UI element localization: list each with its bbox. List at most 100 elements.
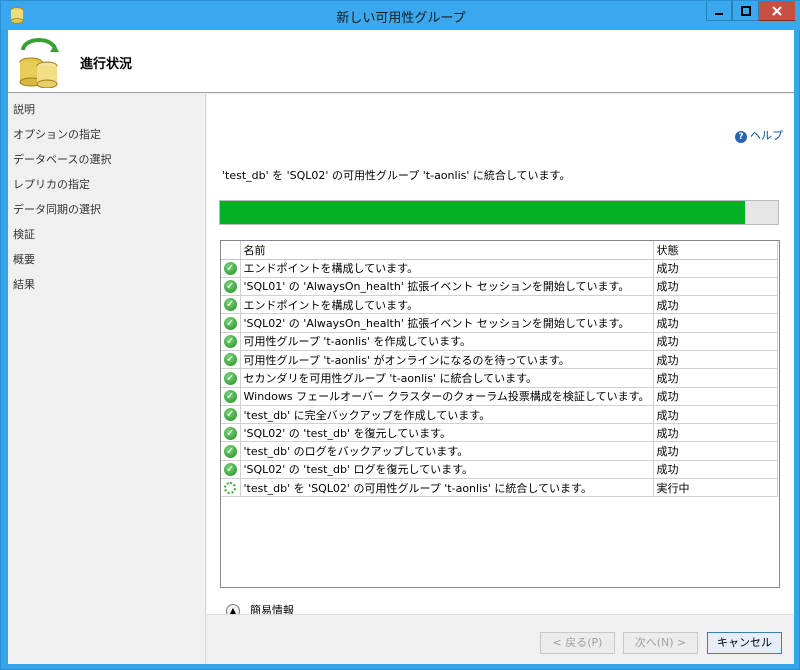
table-row[interactable]: ✓'test_db' のログをバックアップしています。 成功 [221, 441, 778, 461]
row-name: 'test_db' のログをバックアップしています。 [240, 441, 654, 461]
row-name: 可用性グループ 't-aonlis' を作成しています。 [240, 332, 654, 351]
row-name: セカンダリを可用性グループ 't-aonlis' に統合しています。 [240, 368, 654, 388]
table-row[interactable]: ✓ Windows フェールオーバー クラスターのクォーラム投票構成を検証していま… [221, 387, 778, 406]
row-status-icon-cell: ✓ [221, 460, 241, 480]
row-status: 成功 [653, 313, 778, 333]
success-icon: ✓ [223, 280, 237, 294]
row-name: エンドポイントを構成しています。 [240, 295, 654, 315]
success-icon: ✓ [223, 389, 237, 403]
success-icon: ✓ [223, 408, 237, 422]
success-icon: ✓ [223, 444, 237, 458]
success-icon: ✓ [223, 316, 237, 330]
column-header-name[interactable]: 名前 [240, 241, 654, 260]
sidebar-item-validation[interactable]: 検証 [13, 226, 35, 242]
help-label: ヘルプ [750, 129, 783, 142]
table-row[interactable]: ✓ 'SQL02' の 'test_db' ログを復元しています。 成功 [221, 460, 778, 480]
close-button[interactable] [758, 1, 795, 21]
row-status: 成功 [653, 368, 778, 388]
row-status-icon-cell: ✓ [221, 313, 241, 333]
table-header-row: 名前 状態 [221, 241, 778, 260]
success-icon: ✓ [223, 426, 237, 440]
row-status-icon-cell: ✓ [221, 423, 241, 443]
row-status: 実行中 [653, 478, 778, 498]
row-status: 成功 [653, 259, 778, 278]
cancel-button[interactable]: キャンセル [707, 632, 782, 654]
window-title: 新しい可用性グループ [336, 11, 466, 26]
row-status-icon-cell: ✓ [221, 368, 241, 388]
success-icon: ✓ [223, 371, 237, 385]
help-link[interactable]: ? ヘルプ [735, 127, 783, 143]
back-button[interactable]: < 戻る(P) [540, 632, 615, 654]
maximize-icon [740, 5, 751, 16]
row-status: 成功 [653, 277, 778, 297]
row-status-icon-cell: ✓ [221, 277, 241, 297]
table-row[interactable]: ✓ 'SQL02' の 'test_db' を復元しています。 成功 [221, 423, 778, 443]
row-name: 'SQL02' の 'test_db' を復元しています。 [240, 423, 654, 443]
minimize-button[interactable] [706, 1, 732, 21]
wizard-sidebar: 説明 オプションの指定 データベースの選択 レプリカの指定 データ同期の選択 検… [8, 94, 206, 664]
row-status: 成功 [653, 423, 778, 443]
sidebar-item-replicas[interactable]: レプリカの指定 [13, 176, 90, 192]
row-status-icon-cell: ✓ [221, 441, 241, 461]
row-status: 成功 [653, 405, 778, 425]
row-name: 可用性グループ 't-aonlis' がオンラインになるのを待っています。 [240, 350, 654, 370]
help-icon: ? [735, 131, 747, 143]
running-icon [224, 482, 237, 495]
row-status: 成功 [653, 460, 778, 480]
close-icon [772, 5, 782, 16]
table-row[interactable]: ✓ 'SQL02' の 'AlwaysOn_health' 拡張イベント セッショ… [221, 313, 778, 333]
window-frame: 新しい可用性グループ 進行状況 説明 オプションの指定 データベースの選択 レプ… [0, 0, 800, 670]
progress-fill [220, 201, 745, 224]
row-status-icon-cell: ✓ [221, 387, 241, 406]
table-row[interactable]: ✓ 可用性グループ 't-aonlis' を作成しています。 成功 [221, 332, 778, 351]
success-icon: ✓ [223, 261, 237, 275]
sidebar-item-data-sync[interactable]: データ同期の選択 [13, 201, 101, 217]
row-status-icon-cell: ✓ [221, 405, 241, 425]
success-icon: ✓ [223, 298, 237, 312]
row-status-icon-cell: ✓ [221, 332, 241, 351]
table-row[interactable]: ✓ 可用性グループ 't-aonlis' がオンラインになるのを待っています。 成功 [221, 350, 778, 370]
minimize-icon [715, 12, 723, 15]
sidebar-item-options[interactable]: オプションの指定 [13, 126, 101, 142]
row-status-icon-cell [221, 478, 241, 498]
row-name: Windows フェールオーバー クラスターのクォーラム投票構成を検証しています… [240, 387, 654, 406]
row-status-icon-cell: ✓ [221, 295, 241, 315]
database-sync-icon [19, 38, 59, 88]
row-name: 'SQL01' の 'AlwaysOn_health' 拡張イベント セッション… [240, 277, 654, 297]
dialog-client: 進行状況 説明 オプションの指定 データベースの選択 レプリカの指定 データ同期… [8, 30, 794, 664]
title-bar[interactable]: 新しい可用性グループ [1, 1, 800, 30]
row-status: 成功 [653, 441, 778, 461]
column-header-status[interactable]: 状態 [653, 241, 778, 260]
next-button[interactable]: 次へ(N) > [623, 632, 698, 654]
sidebar-item-summary[interactable]: 概要 [13, 251, 35, 267]
table-row[interactable]: ✓ エンドポイントを構成しています。 成功 [221, 259, 778, 278]
wizard-footer: < 戻る(P) 次へ(N) > キャンセル [207, 614, 794, 664]
sidebar-item-description[interactable]: 説明 [13, 101, 35, 117]
row-name: 'SQL02' の 'test_db' ログを復元しています。 [240, 460, 654, 480]
success-icon: ✓ [223, 463, 237, 477]
row-status: 成功 [653, 332, 778, 351]
table-row[interactable]: ✓ エンドポイントを構成しています。 成功 [221, 295, 778, 315]
table-row[interactable]: 'test_db' を 'SQL02' の可用性グループ 't-aonlis' … [221, 478, 778, 498]
table-row[interactable]: ✓ セカンダリを可用性グループ 't-aonlis' に統合しています。 成功 [221, 368, 778, 388]
table-row[interactable]: ✓ 'SQL01' の 'AlwaysOn_health' 拡張イベント セッショ… [221, 277, 778, 297]
success-icon: ✓ [223, 335, 237, 349]
row-status: 成功 [653, 387, 778, 406]
page-header: 進行状況 [8, 30, 794, 93]
row-name: 'SQL02' の 'AlwaysOn_health' 拡張イベント セッション… [240, 313, 654, 333]
row-status-icon-cell: ✓ [221, 259, 241, 278]
sidebar-item-results[interactable]: 結果 [13, 276, 35, 292]
table-row[interactable]: ✓'test_db' に完全バックアップを作成しています。 成功 [221, 405, 778, 425]
progress-table[interactable]: 名前 状態 ✓ エンドポイントを構成しています。 成功 ✓ 'SQL01' の 'Alw… [220, 240, 780, 588]
sidebar-item-select-databases[interactable]: データベースの選択 [13, 151, 111, 167]
row-name: 'test_db' を 'SQL02' の可用性グループ 't-aonlis' … [240, 478, 654, 498]
success-icon: ✓ [223, 353, 237, 367]
row-status: 成功 [653, 350, 778, 370]
maximize-button[interactable] [732, 1, 758, 21]
row-name: エンドポイントを構成しています。 [240, 259, 654, 278]
column-header-icon [221, 241, 241, 260]
row-status-icon-cell: ✓ [221, 350, 241, 370]
table-body: ✓ エンドポイントを構成しています。 成功 ✓ 'SQL01' の 'AlwaysOn_… [221, 259, 778, 498]
row-name: 'test_db' に完全バックアップを作成しています。 [240, 405, 654, 425]
status-message: 'test_db' を 'SQL02' の可用性グループ 't-aonlis' … [222, 169, 571, 182]
